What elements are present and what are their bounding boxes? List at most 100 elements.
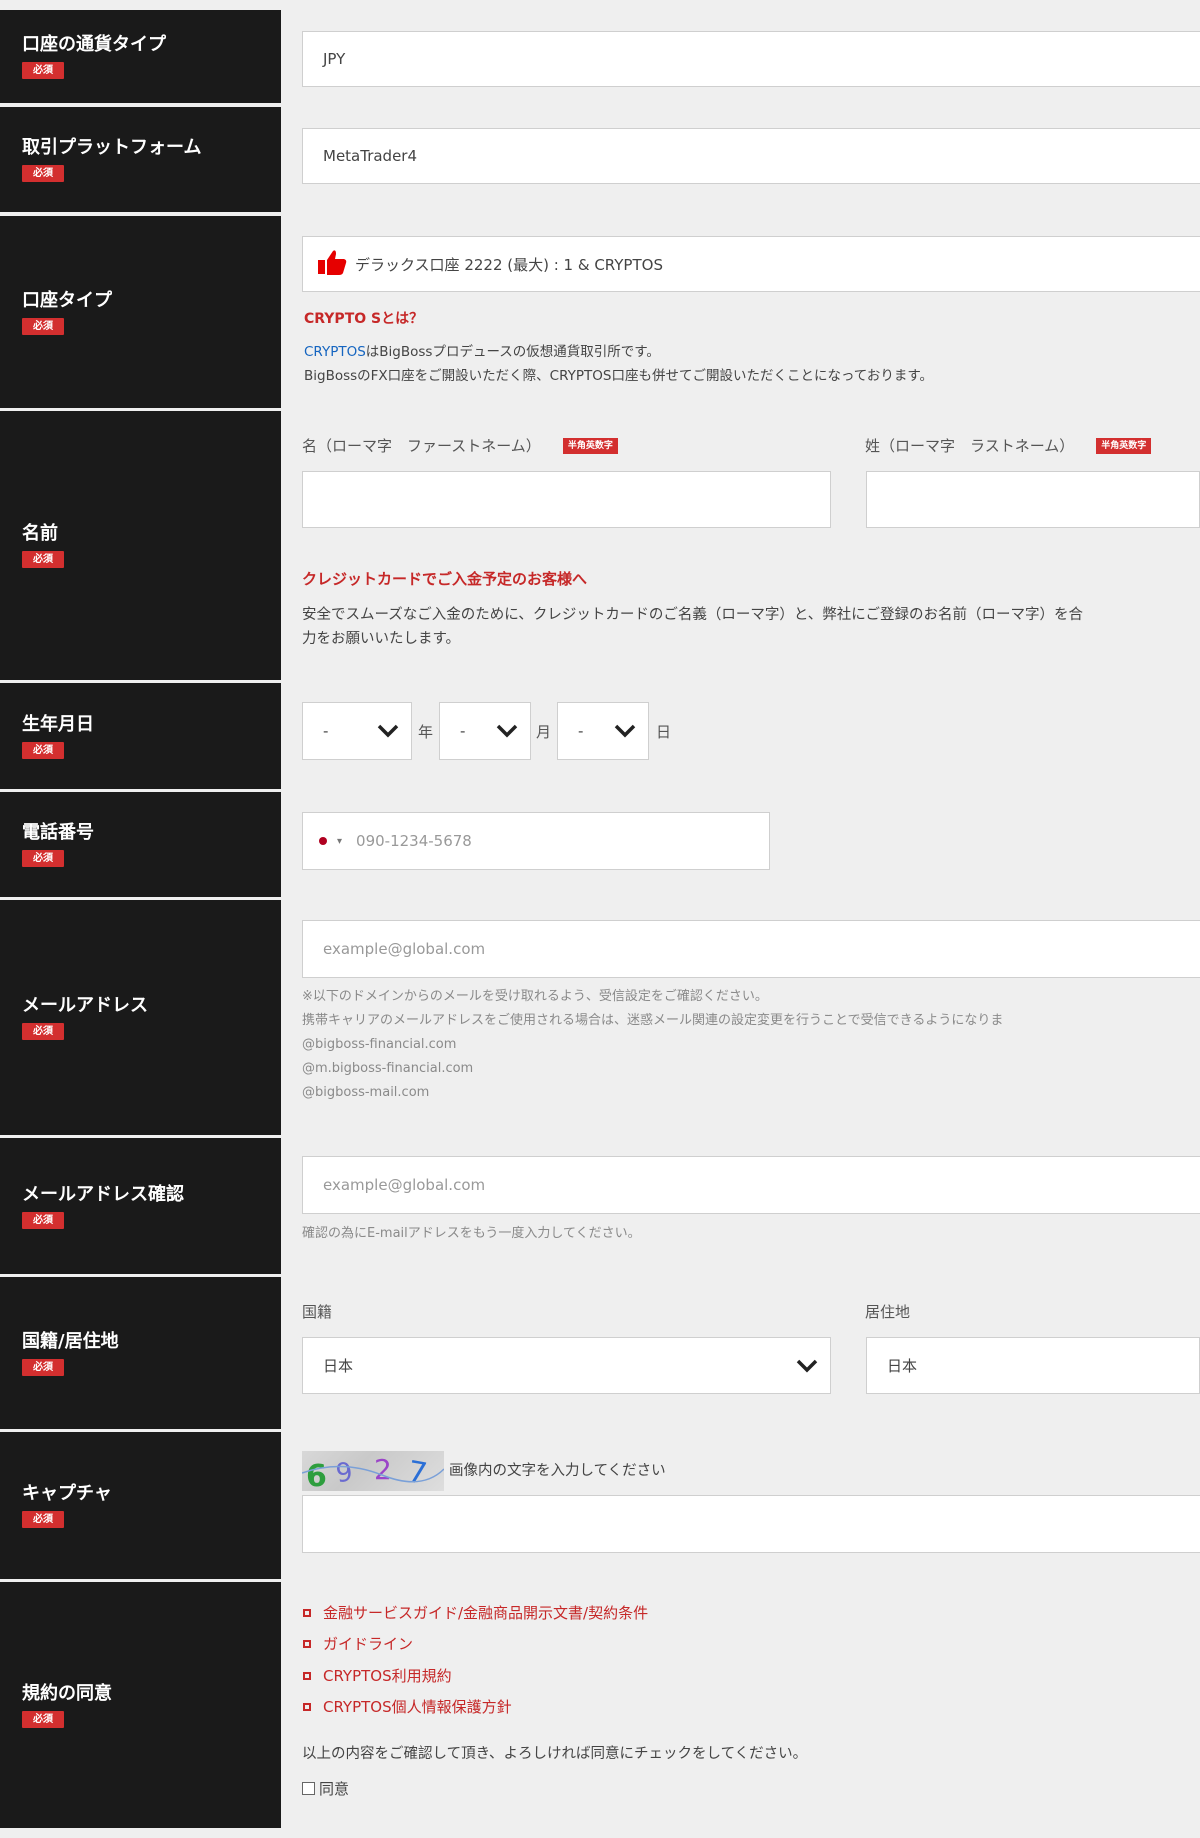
credit-card-heading: クレジットカードでご入金予定のお客様へ <box>302 570 588 588</box>
row-email-confirm: メールアドレス確認 必須 example@global.com 確認の為にE-m… <box>0 1138 1200 1274</box>
row-phone: 電話番号 必須 ▾ 090-1234-5678 <box>0 792 1200 897</box>
credit-card-note-line2: 力をお願いいたします。 <box>302 631 461 647</box>
field-cell: example@global.com 確認の為にE-mailアドレスをもう一度入… <box>281 1138 1200 1274</box>
terms-link-cryptos-privacy[interactable]: CRYPTOS個人情報保護方針 <box>303 1696 512 1717</box>
field-cell: JPY <box>281 10 1200 103</box>
field-label: 口座タイプ <box>22 289 112 311</box>
field-label: 名前 <box>22 523 58 544</box>
captcha-instruction: 画像内の文字を入力してください <box>449 1463 666 1479</box>
required-badge: 必須 <box>22 551 64 568</box>
field-cell: - 年 - 月 - 日 <box>281 683 1200 789</box>
country-code-dropdown-icon[interactable]: ▾ <box>337 836 342 847</box>
field-label: メールアドレス確認 <box>22 1183 184 1205</box>
platform-input[interactable]: MetaTrader4 <box>302 128 1200 184</box>
row-platform: 取引プラットフォーム 必須 MetaTrader4 <box>0 107 1200 212</box>
email-domain-3: @bigboss-mail.com <box>302 1085 430 1100</box>
email-note-2: 携帯キャリアのメールアドレスをご使用される場合は、迷惑メール関連の設定変更を行う… <box>302 1013 1004 1028</box>
email-confirm-input[interactable]: example@global.com <box>302 1156 1200 1214</box>
field-label: メールアドレス <box>22 995 148 1016</box>
account-type-select[interactable]: デラックス口座 2222 (最大) : 1 & CRYPTOS <box>302 236 1200 292</box>
currency-input[interactable]: JPY <box>302 31 1200 87</box>
terms-confirm-text: 以上の内容をご確認して頂き、よろしければ同意にチェックをしてください。 <box>302 1746 808 1762</box>
email-confirm-note: 確認の為にE-mailアドレスをもう一度入力してください。 <box>302 1226 641 1241</box>
required-badge: 必須 <box>22 1358 64 1376</box>
field-cell: 名（ローマ字 ファーストネーム） 半角英数字 姓（ローマ字 ラストネーム） 半角… <box>281 411 1200 680</box>
field-label: 国籍/居住地 <box>22 1330 119 1352</box>
phone-placeholder: 090-1234-5678 <box>356 832 472 850</box>
chevron-down-icon <box>614 724 636 738</box>
nationality-value: 日本 <box>323 1357 354 1375</box>
field-label: キャプチャ <box>22 1483 112 1504</box>
field-cell: MetaTrader4 <box>281 107 1200 212</box>
field-label: 口座の通貨タイプ <box>22 34 166 55</box>
first-name-label-text: 名（ローマ字 ファーストネーム） <box>302 437 541 455</box>
nationality-label: 国籍 <box>302 1303 333 1321</box>
row-account-type: 口座タイプ 必須 デラックス口座 2222 (最大) : 1 & CRYPTOS… <box>0 216 1200 408</box>
agree-checkbox-wrapper[interactable]: 同意 <box>302 1778 349 1799</box>
required-badge: 必須 <box>22 1023 64 1040</box>
terms-link-text: CRYPTOS利用規約 <box>323 1667 452 1685</box>
terms-link-text: 金融サービスガイド/金融商品開示文書/契約条件 <box>323 1604 649 1622</box>
thumbs-up-icon <box>317 248 347 280</box>
required-badge: 必須 <box>22 850 64 867</box>
last-name-input[interactable] <box>866 471 1200 528</box>
agree-label: 同意 <box>319 1780 350 1798</box>
field-cell: 国籍 居住地 日本 日本 <box>281 1277 1200 1429</box>
crypto-heading: CRYPTO Sとは？ <box>304 311 424 327</box>
label-cell: 取引プラットフォーム 必須 <box>0 107 281 212</box>
residence-value: 日本 <box>887 1357 918 1375</box>
birth-day-select[interactable]: - <box>557 702 649 760</box>
terms-link-text: ガイドライン <box>323 1635 414 1653</box>
japan-flag-icon <box>319 837 327 845</box>
terms-link-guideline[interactable]: ガイドライン <box>303 1633 413 1654</box>
month-unit: 月 <box>536 723 552 741</box>
email-input[interactable]: example@global.com <box>302 920 1200 978</box>
agree-checkbox[interactable] <box>302 1782 315 1795</box>
row-birthdate: 生年月日 必須 - 年 - 月 - 日 <box>0 683 1200 789</box>
label-cell: 口座の通貨タイプ 必須 <box>0 10 281 103</box>
phone-input[interactable]: ▾ 090-1234-5678 <box>302 812 770 870</box>
required-badge: 必須 <box>22 317 64 335</box>
row-name: 名前 必須 名（ローマ字 ファーストネーム） 半角英数字 姓（ローマ字 ラストネ… <box>0 411 1200 680</box>
chevron-down-icon <box>377 724 399 738</box>
field-label: 取引プラットフォーム <box>22 137 202 158</box>
label-cell: 名前 必須 <box>0 411 281 680</box>
field-cell: 金融サービスガイド/金融商品開示文書/契約条件 ガイドライン CRYPTOS利用… <box>281 1582 1200 1828</box>
captcha-glyphs: 6 9 2 7 <box>302 1453 444 1491</box>
label-cell: 口座タイプ 必須 <box>0 216 281 408</box>
bullet-box-icon <box>303 1608 311 1617</box>
last-name-label: 姓（ローマ字 ラストネーム） 半角英数字 <box>865 435 1152 456</box>
label-cell: メールアドレス確認 必須 <box>0 1138 281 1274</box>
label-cell: メールアドレス 必須 <box>0 900 281 1135</box>
year-unit: 年 <box>418 723 434 741</box>
required-badge: 必須 <box>22 62 64 79</box>
terms-link-financial-guide[interactable]: 金融サービスガイド/金融商品開示文書/契約条件 <box>303 1602 648 1623</box>
row-captcha: キャプチャ 必須 6 9 2 7 画像内の文字を入力してください <box>0 1432 1200 1579</box>
nationality-select[interactable]: 日本 <box>302 1337 831 1394</box>
captcha-input[interactable] <box>302 1495 1200 1553</box>
required-badge: 必須 <box>22 1211 64 1229</box>
field-cell: デラックス口座 2222 (最大) : 1 & CRYPTOS CRYPTO S… <box>281 216 1200 408</box>
label-cell: 電話番号 必須 <box>0 792 281 897</box>
field-cell: ▾ 090-1234-5678 <box>281 792 1200 897</box>
bullet-box-icon <box>303 1639 311 1648</box>
terms-link-text: CRYPTOS個人情報保護方針 <box>323 1698 512 1716</box>
required-badge: 必須 <box>22 165 64 182</box>
terms-link-cryptos-terms[interactable]: CRYPTOS利用規約 <box>303 1665 452 1686</box>
last-name-label-text: 姓（ローマ字 ラストネーム） <box>865 437 1075 455</box>
first-name-input[interactable] <box>302 471 831 528</box>
birth-year-value: - <box>323 722 329 740</box>
cryptos-link[interactable]: CRYPTOS <box>304 344 366 360</box>
field-cell: 6 9 2 7 画像内の文字を入力してください <box>281 1432 1200 1579</box>
first-name-label: 名（ローマ字 ファーストネーム） 半角英数字 <box>302 435 618 456</box>
field-label: 生年月日 <box>22 713 94 735</box>
captcha-image: 6 9 2 7 <box>302 1451 444 1491</box>
email-domain-1: @bigboss-financial.com <box>302 1037 457 1052</box>
residence-select[interactable]: 日本 <box>866 1337 1200 1394</box>
birth-year-select[interactable]: - <box>302 702 412 760</box>
label-cell: 規約の同意 必須 <box>0 1582 281 1828</box>
svg-text:7: 7 <box>405 1454 430 1491</box>
crypto-description: CRYPTOSはBigBossプロデュースの仮想通貨取引所です。 <box>304 340 660 364</box>
birth-month-select[interactable]: - <box>439 702 531 760</box>
svg-text:9: 9 <box>334 1457 355 1489</box>
